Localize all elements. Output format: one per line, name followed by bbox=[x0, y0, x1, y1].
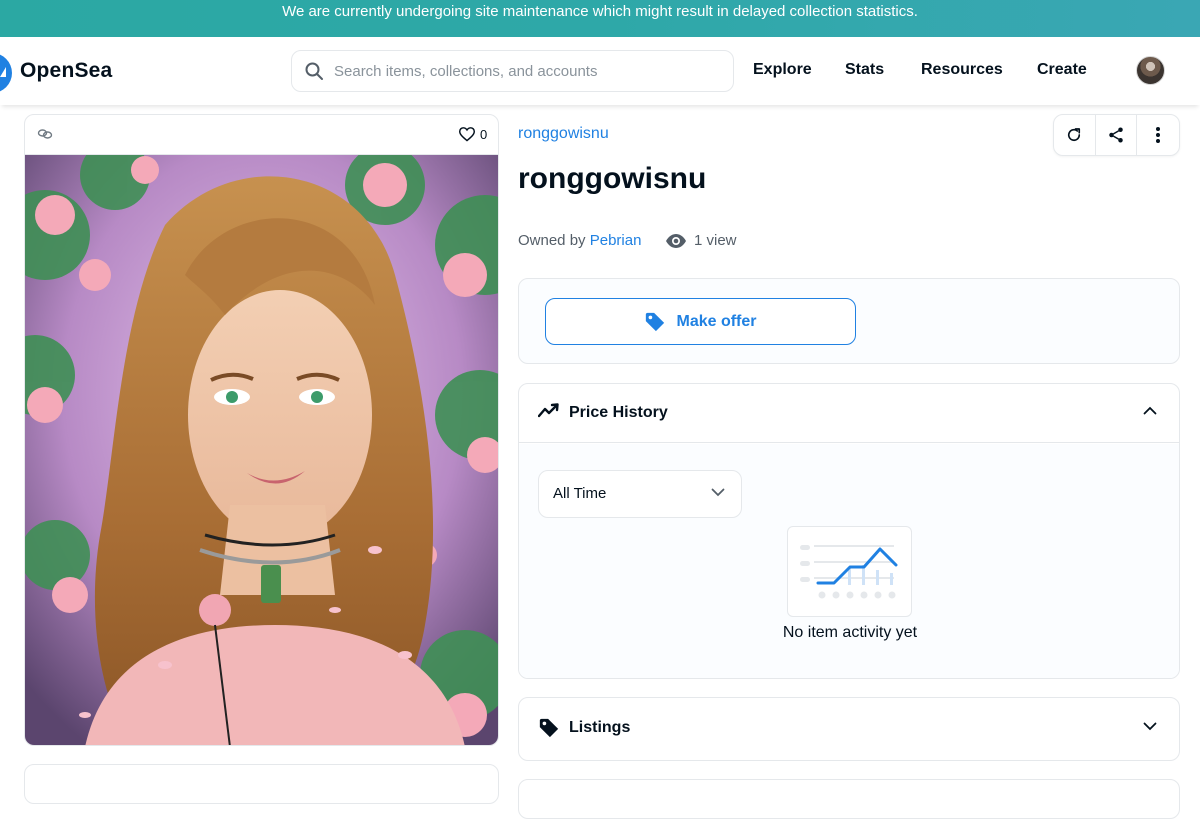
view-count: 1 view bbox=[694, 232, 737, 249]
make-offer-label: Make offer bbox=[676, 312, 757, 330]
trending-icon bbox=[538, 403, 559, 418]
owner-link[interactable]: Pebrian bbox=[590, 232, 642, 249]
share-icon bbox=[1109, 127, 1123, 143]
search-bar[interactable] bbox=[291, 50, 734, 92]
listings-header[interactable]: Listings bbox=[519, 698, 1179, 760]
empty-activity-text: No item activity yet bbox=[782, 624, 918, 641]
price-history-panel: Price History All Time No item activity … bbox=[518, 383, 1180, 679]
chain-icon bbox=[37, 129, 53, 139]
nav-create[interactable]: Create bbox=[1037, 61, 1087, 79]
item-image-card: 0 bbox=[24, 114, 499, 746]
favorite-count: 0 bbox=[480, 127, 488, 142]
share-button[interactable] bbox=[1096, 115, 1138, 155]
image-card-header: 0 bbox=[25, 115, 498, 155]
top-navbar: OpenSea Explore Stats Resources Create bbox=[0, 37, 1200, 105]
search-icon bbox=[305, 62, 323, 80]
chevron-up-icon[interactable] bbox=[1143, 406, 1157, 415]
listings-panel: Listings bbox=[518, 697, 1180, 761]
search-input[interactable] bbox=[334, 59, 714, 83]
chart-placeholder-icon bbox=[800, 545, 898, 599]
chevron-down-icon bbox=[711, 488, 725, 497]
nav-explore[interactable]: Explore bbox=[753, 61, 812, 79]
price-history-title: Price History bbox=[569, 404, 668, 421]
refresh-button[interactable] bbox=[1054, 115, 1096, 155]
tag-icon bbox=[539, 718, 559, 738]
eye-icon bbox=[666, 234, 686, 248]
details-card bbox=[24, 764, 499, 804]
listings-title: Listings bbox=[569, 719, 631, 736]
banner-text: We are currently undergoing site mainten… bbox=[282, 3, 918, 20]
collection-link[interactable]: ronggowisnu bbox=[518, 125, 609, 143]
offers-panel bbox=[518, 779, 1180, 819]
price-history-body: All Time No item activity yet bbox=[519, 444, 1179, 678]
owned-by-label: Owned by bbox=[518, 232, 586, 249]
price-history-header[interactable]: Price History bbox=[519, 384, 1179, 443]
nft-artwork bbox=[25, 155, 498, 745]
offer-box: Make offer bbox=[518, 278, 1180, 364]
opensea-logo-icon[interactable] bbox=[0, 53, 12, 93]
more-vertical-icon bbox=[1156, 127, 1161, 143]
make-offer-button[interactable]: Make offer bbox=[545, 298, 856, 345]
item-actions bbox=[1053, 114, 1180, 156]
refresh-icon bbox=[1068, 128, 1081, 142]
item-title: ronggowisnu bbox=[518, 162, 707, 195]
owned-by: Owned by Pebrian bbox=[518, 232, 641, 249]
more-options-button[interactable] bbox=[1137, 115, 1179, 155]
empty-chart-illustration bbox=[787, 526, 912, 617]
logo-text[interactable]: OpenSea bbox=[20, 59, 112, 83]
tag-icon bbox=[646, 312, 665, 331]
maintenance-banner: We are currently undergoing site mainten… bbox=[0, 0, 1200, 37]
nav-resources[interactable]: Resources bbox=[921, 61, 1003, 79]
heart-icon[interactable] bbox=[458, 126, 476, 142]
avatar[interactable] bbox=[1136, 56, 1165, 85]
time-range-value: All Time bbox=[553, 485, 607, 502]
time-range-select[interactable]: All Time bbox=[538, 470, 742, 518]
chevron-down-icon[interactable] bbox=[1143, 722, 1157, 731]
nav-stats[interactable]: Stats bbox=[845, 61, 884, 79]
